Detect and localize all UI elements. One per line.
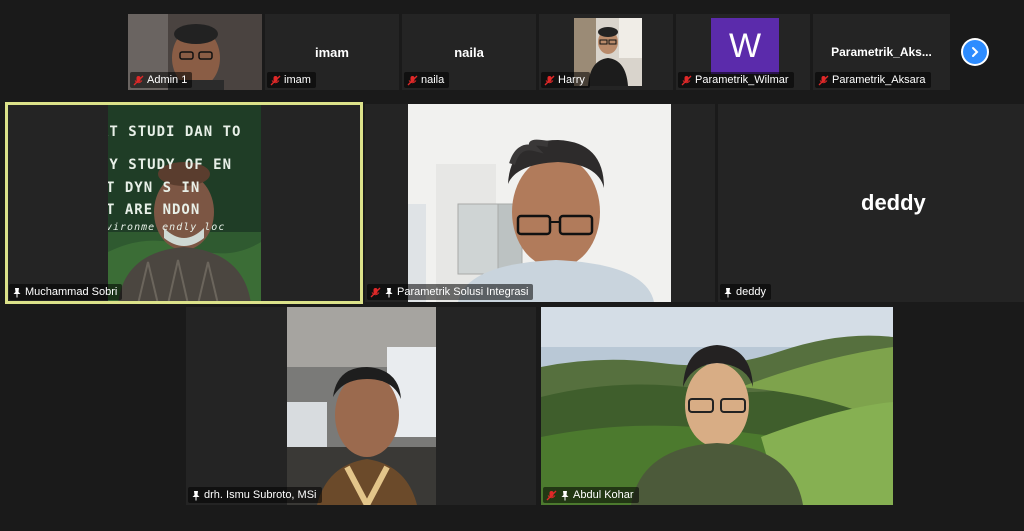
participant-name-tag: Abdul Kohar <box>543 487 639 503</box>
mic-muted-icon <box>818 75 829 85</box>
participant-display-name: Parametrik_Aks... <box>831 45 932 59</box>
participant-name: Parametrik_Wilmar <box>695 74 789 86</box>
strip-tile-naila[interactable]: naila naila <box>402 14 536 90</box>
strip-tile-harry[interactable]: Harry <box>539 14 673 90</box>
participant-name: Parametrik Solusi Integrasi <box>397 286 529 298</box>
participant-name: naila <box>421 74 445 86</box>
pin-icon <box>385 287 393 297</box>
mic-muted-icon <box>681 75 692 85</box>
participant-name: Abdul Kohar <box>573 489 634 501</box>
mic-muted-icon <box>370 287 381 297</box>
participant-name: drh. Ismu Subroto, MSi <box>204 489 317 501</box>
participant-name-tag: Parametrik Solusi Integrasi <box>367 284 534 300</box>
participant-name-tag: naila <box>404 72 450 88</box>
grid-tile-parametrik-solusi-integrasi[interactable]: Parametrik Solusi Integrasi <box>365 104 715 302</box>
participant-name: imam <box>284 74 311 86</box>
participant-display-name: imam <box>315 45 349 60</box>
grid-tile-ismu-subroto[interactable]: drh. Ismu Subroto, MSi <box>186 307 536 505</box>
participant-name: Admin 1 <box>147 74 188 86</box>
participant-name-tag: drh. Ismu Subroto, MSi <box>188 487 322 503</box>
participant-name-tag: Admin 1 <box>130 72 193 88</box>
participant-display-name: naila <box>454 45 484 60</box>
strip-tile-imam[interactable]: imam imam <box>265 14 399 90</box>
chevron-right-icon <box>963 40 987 64</box>
participant-video <box>541 307 893 505</box>
participant-name-tag: Parametrik_Wilmar <box>678 72 794 88</box>
participant-name-tag: imam <box>267 72 316 88</box>
mic-muted-icon <box>544 75 555 85</box>
pin-icon <box>561 490 569 500</box>
pin-icon <box>192 490 200 500</box>
avatar: W <box>711 18 779 74</box>
mic-muted-icon <box>407 75 418 85</box>
next-page-button[interactable] <box>961 38 989 66</box>
active-speaker-border <box>5 102 363 304</box>
mic-muted-icon <box>546 490 557 500</box>
pin-icon <box>724 287 732 297</box>
strip-tile-admin[interactable]: Admin 1 <box>128 14 262 90</box>
strip-tile-parametrik-aksara[interactable]: Parametrik_Aks... Parametrik_Aksara <box>813 14 950 90</box>
participant-video <box>408 104 671 302</box>
grid-tile-abdul-kohar[interactable]: Abdul Kohar <box>541 307 893 505</box>
participant-name-tag: Parametrik_Aksara <box>815 72 931 88</box>
pin-icon <box>13 287 21 297</box>
participant-video <box>287 307 436 505</box>
participant-name-tag: deddy <box>720 284 771 300</box>
mic-muted-icon <box>133 75 144 85</box>
strip-tile-parametrik-wilmar[interactable]: W Parametrik_Wilmar <box>676 14 810 90</box>
participant-name-tag: Muchammad Sobri <box>9 284 123 300</box>
mic-muted-icon <box>270 75 281 85</box>
participant-name: Harry <box>558 74 585 86</box>
avatar-letter: W <box>728 26 762 65</box>
participant-name: Muchammad Sobri <box>25 286 118 298</box>
grid-tile-muchammad-sobri[interactable]: AT STUDI DAN TO CY STUDY OF EN T DYN S I… <box>5 102 363 304</box>
participant-name: deddy <box>736 286 766 298</box>
participant-name-tag: Harry <box>541 72 590 88</box>
participant-name: Parametrik_Aksara <box>832 74 926 86</box>
participant-display-name: deddy <box>861 190 926 215</box>
grid-tile-deddy[interactable]: deddy deddy <box>718 104 1024 302</box>
